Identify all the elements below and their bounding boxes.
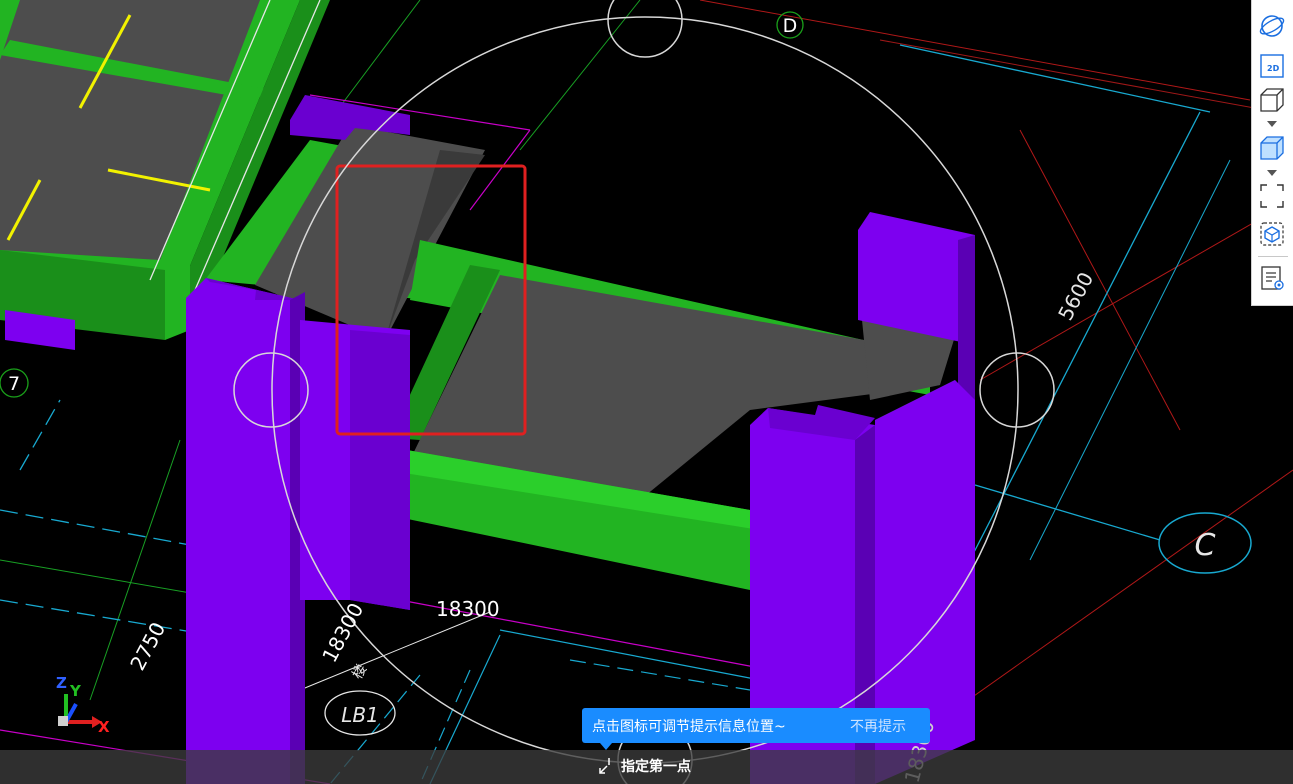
view-3d-dropdown[interactable]: [1266, 120, 1278, 128]
axis-bubble-7: 7: [0, 368, 29, 398]
axis-indicator: Z Y X: [52, 674, 122, 736]
view-toolbar: 2D: [1251, 0, 1293, 306]
axis-7-label: 7: [8, 373, 20, 395]
command-prompt: 指定第一点: [597, 756, 691, 776]
hint-tooltip[interactable]: 点击图标可调节提示信息位置~ 不再提示: [582, 708, 930, 750]
zoom-extent-button[interactable]: [1258, 182, 1286, 210]
zoom-extent-icon: [1260, 184, 1284, 208]
column-front-left[interactable]: [186, 278, 305, 784]
dismiss-hint-link[interactable]: 不再提示: [850, 716, 906, 736]
view-object-button[interactable]: [1258, 220, 1286, 248]
hint-tooltip-message: 点击图标可调节提示信息位置~: [592, 718, 786, 735]
orbit-button[interactable]: [1258, 12, 1286, 40]
caret-down-icon: [1267, 121, 1277, 127]
axis-bubble-c: C: [1158, 512, 1252, 574]
command-prompt-text: 指定第一点: [621, 759, 691, 775]
beam-tag-lb1: LB1: [324, 690, 396, 736]
cube-outline-icon: [1260, 88, 1284, 112]
toolbar-separator: [1258, 256, 1288, 257]
caret-down-icon: [1267, 170, 1277, 176]
model-viewport[interactable]: D 7 C LB1 5600 18300 18300 2750 18300 楼: [0, 0, 1293, 784]
view-3d-wireframe-button[interactable]: [1258, 86, 1286, 114]
view-2d-button[interactable]: 2D: [1258, 52, 1286, 80]
layer-display-icon: [1261, 266, 1284, 290]
axis-d-label: D: [783, 15, 798, 37]
axis-bubble-d: D: [776, 11, 804, 39]
stair-mark: 楼: [350, 662, 371, 682]
axis-c-label: C: [1195, 528, 1216, 563]
view-object-icon: [1260, 222, 1284, 246]
pick-point-icon: [599, 758, 610, 774]
beam-tag-label: LB1: [341, 703, 379, 727]
view-3d-shaded-button[interactable]: [1258, 134, 1286, 162]
axis-y-label: Y: [70, 682, 81, 700]
cube-shaded-icon: [1260, 136, 1284, 160]
dimension-18300-diagonal: 18300: [317, 599, 368, 666]
axis-x-label: X: [98, 718, 110, 736]
orbit-icon: [1259, 15, 1285, 37]
dimension-2750: 2750: [125, 618, 170, 674]
view-shaded-dropdown[interactable]: [1266, 169, 1278, 177]
dimension-18300-top: 18300: [436, 597, 500, 621]
axis-z-label: Z: [56, 674, 67, 692]
layer-display-button[interactable]: [1258, 264, 1286, 292]
view-2d-label: 2D: [1267, 64, 1280, 73]
